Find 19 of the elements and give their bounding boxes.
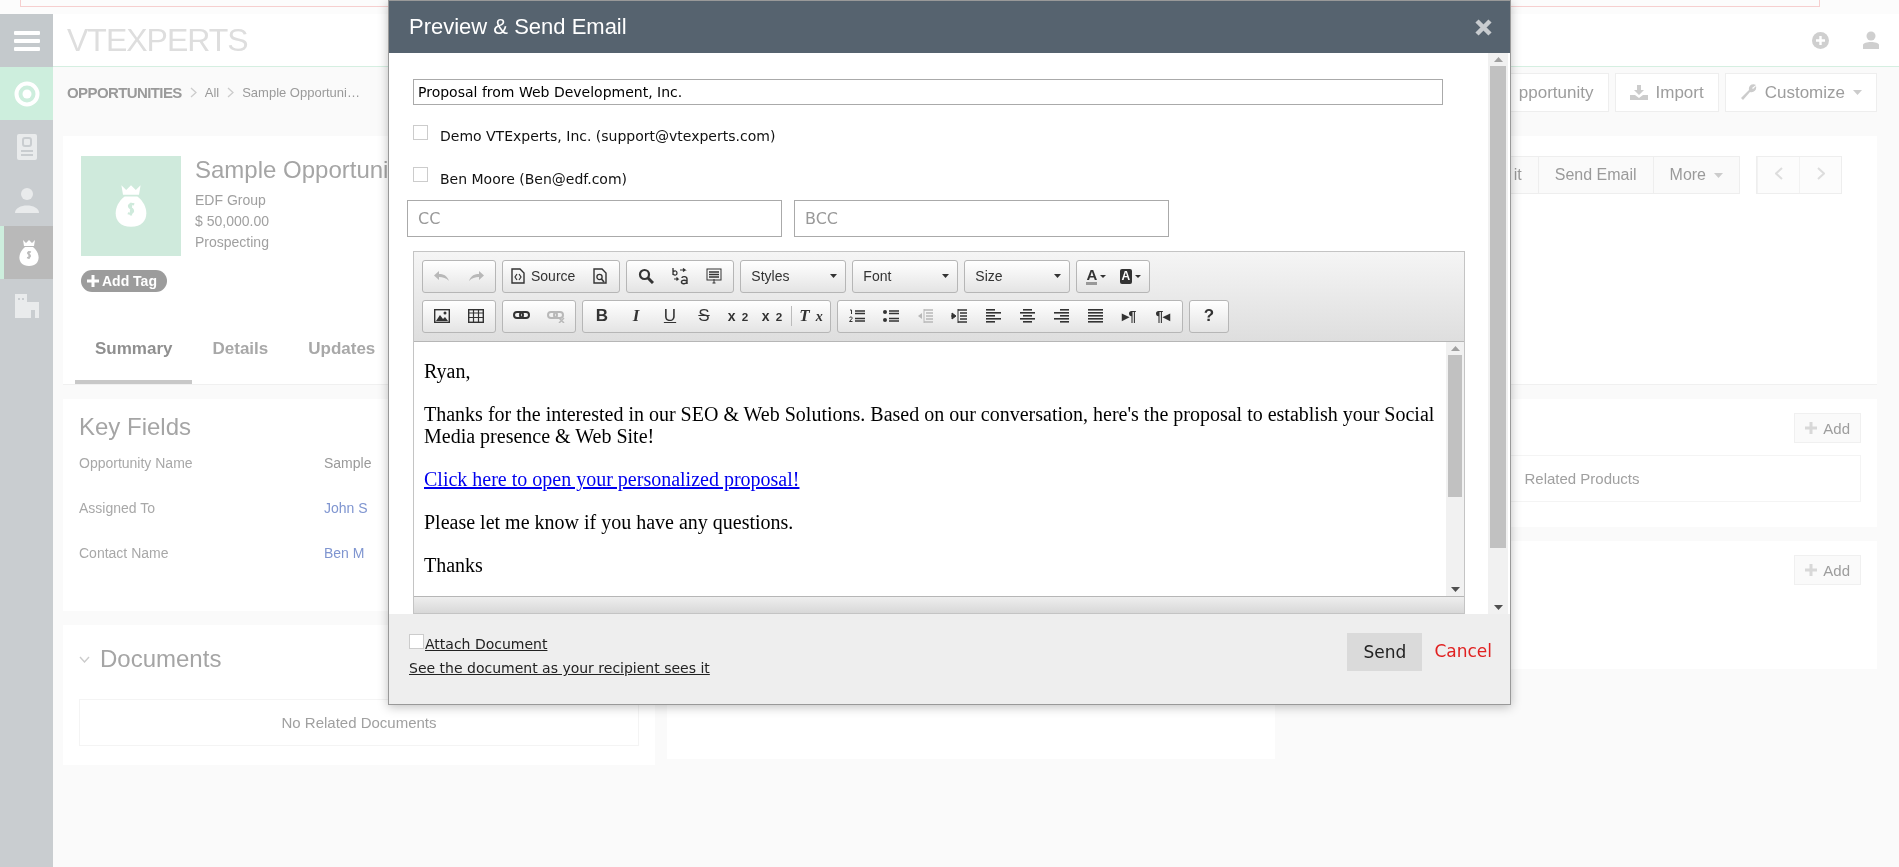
empty-message: Related Products: [1524, 470, 1640, 487]
field-label: Contact Name: [79, 545, 170, 563]
recipient-label: Demo VTExperts, Inc. (support@vtexperts.com): [440, 128, 776, 145]
card-title: Documents: [100, 645, 222, 673]
message-paragraph: Ryan,: [424, 360, 472, 382]
field-label: Opportunity Name: [79, 455, 194, 473]
message-paragraph: Thanks for the interested in our SEO & Web Solutions. Based on our conversation, here's the proposal to establish your Social Media presence & Web Site!: [424, 403, 1436, 447]
dialog-title: Preview & Send Email: [409, 14, 627, 40]
record-detail: EDF Group: [195, 191, 267, 210]
record-title: Sample Opportuni: [195, 156, 389, 184]
record-detail: Prospecting: [195, 233, 270, 252]
message-paragraph: Please let me know if you have any questions.: [424, 511, 795, 533]
field-value: Sample: [324, 455, 372, 473]
field-label: Assigned To: [79, 500, 156, 518]
record-detail: $ 50,000.00: [195, 212, 270, 231]
empty-message: No Related Documents: [281, 714, 437, 731]
recipient-label: Ben Moore (Ben@edf.com): [440, 170, 628, 187]
card-title: Key Fields: [79, 413, 192, 441]
message-paragraph: Thanks: [424, 554, 484, 576]
